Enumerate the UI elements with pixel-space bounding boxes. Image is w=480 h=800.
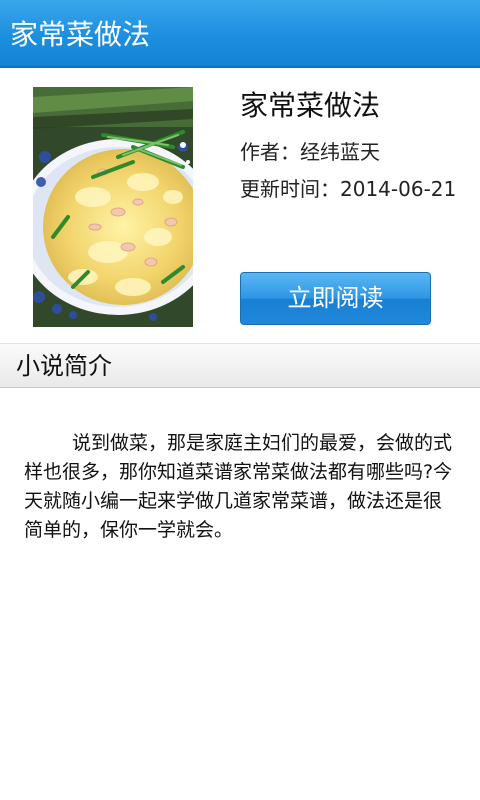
section-header-synopsis: 小说简介	[0, 343, 480, 388]
title-bar: 家常菜做法	[0, 0, 480, 68]
page-title: 家常菜做法	[10, 18, 151, 51]
section-label: 小说简介	[16, 352, 112, 380]
app-screen: 家常菜做法 家常菜做法 作者：经纬蓝天 更新时间：2014-06-21 立即阅读…	[0, 0, 480, 800]
book-title: 家常菜做法	[240, 89, 381, 122]
book-author: 作者：经纬蓝天	[240, 140, 380, 164]
book-description: 说到做菜，那是家庭主妇们的最爱，会做的式样也很多，那你知道菜谱家常菜做法都有哪些…	[24, 432, 453, 541]
update-time: 更新时间：2014-06-21	[240, 177, 457, 201]
book-cover-image	[33, 87, 193, 327]
read-now-button[interactable]: 立即阅读	[240, 272, 431, 325]
